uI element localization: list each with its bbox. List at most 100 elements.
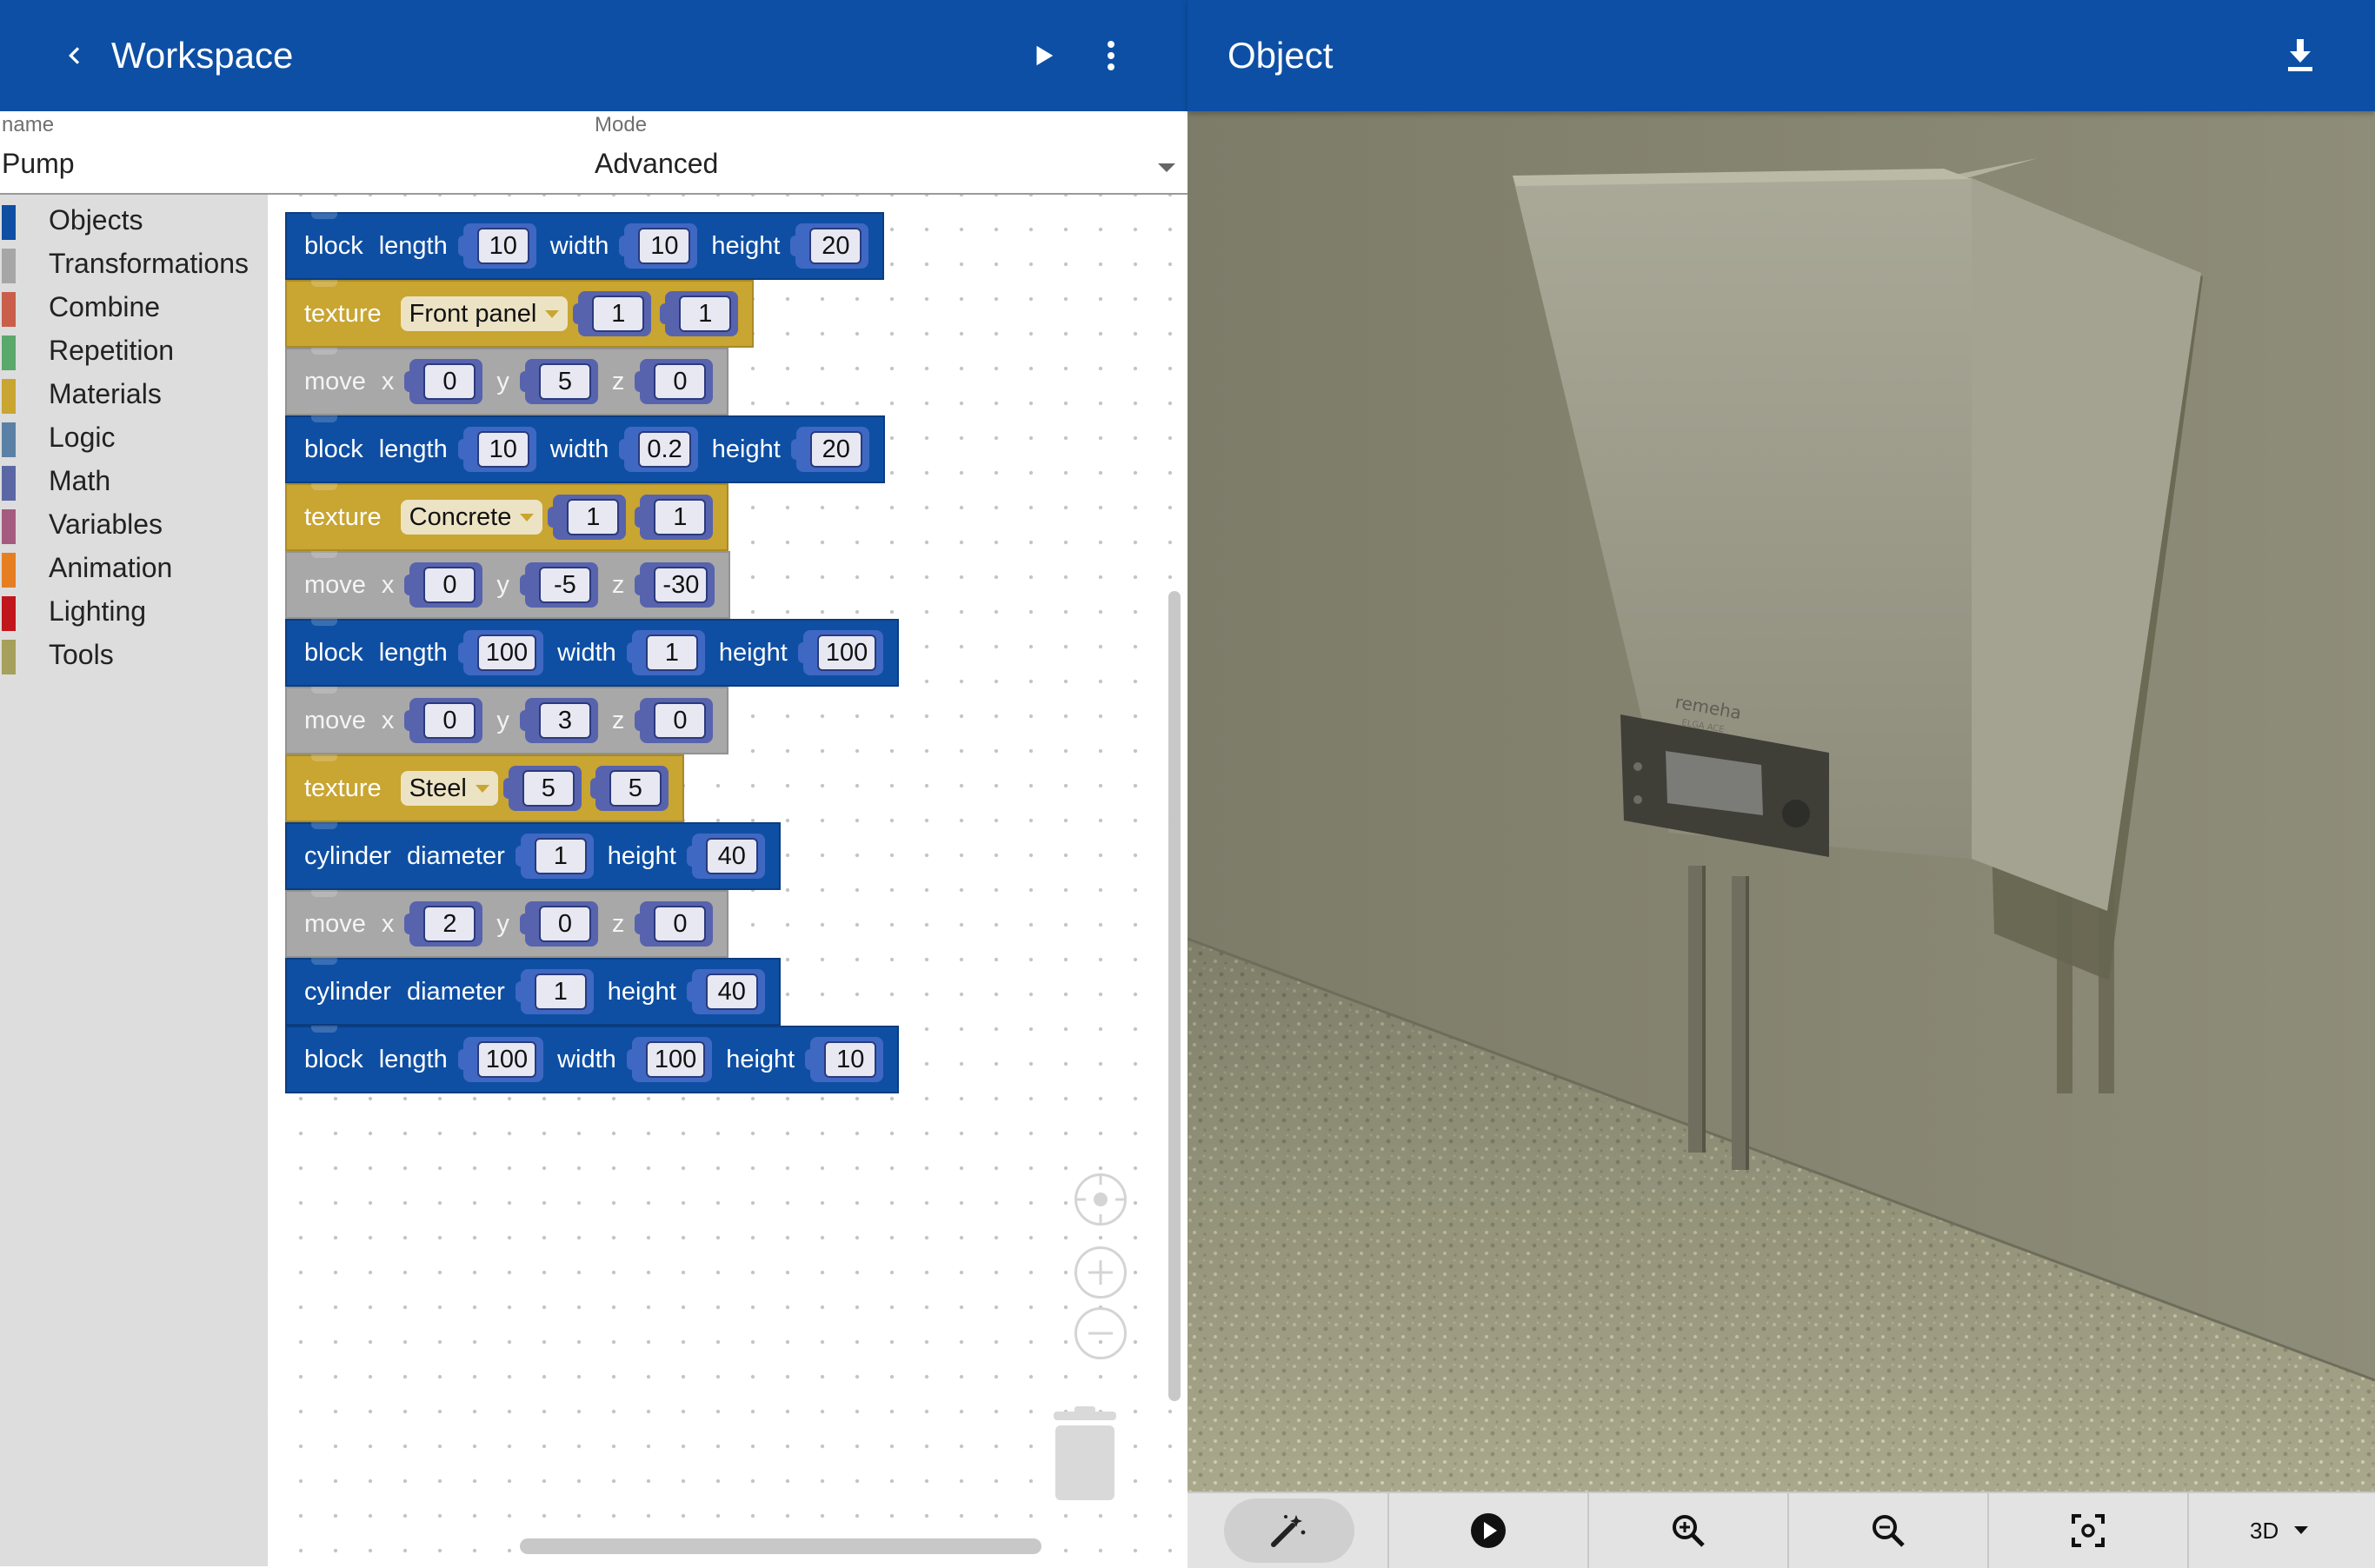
number-field[interactable]: 10 (638, 228, 691, 264)
number-input-slot: 5 (519, 359, 598, 404)
zoom-out-workspace-button[interactable] (1074, 1307, 1127, 1359)
plus-icon (1088, 1260, 1113, 1285)
chevron-down-icon[interactable] (1156, 162, 1177, 174)
move-block[interactable]: move x 2 y 0 z 0 (285, 890, 729, 958)
category-math[interactable]: Math (0, 461, 268, 501)
category-logic[interactable]: Logic (0, 417, 268, 457)
number-field[interactable]: 3 (538, 702, 591, 739)
workspace-title: Workspace (111, 35, 294, 76)
number-field[interactable]: 100 (476, 635, 537, 671)
move-block[interactable]: move x 0 y 3 z 0 (285, 687, 729, 754)
number-field[interactable]: 1 (592, 296, 645, 332)
number-field[interactable]: 0 (423, 702, 476, 739)
number-field[interactable]: 20 (809, 431, 862, 468)
number-field[interactable]: 100 (645, 1041, 706, 1078)
number-field[interactable]: 1 (645, 635, 698, 671)
number-field[interactable]: 0 (654, 906, 707, 942)
number-field[interactable]: 0 (654, 702, 707, 739)
move-block[interactable]: move x 0 y -5 z -30 (285, 551, 731, 619)
field-label: y (496, 909, 509, 938)
category-tools[interactable]: Tools (0, 635, 268, 674)
block-block[interactable]: block length 10 width 10 height 20 (285, 212, 885, 280)
number-field[interactable]: 5 (538, 363, 591, 400)
number-field[interactable]: 1 (567, 499, 620, 535)
zoom-out-button[interactable] (1787, 1493, 1987, 1568)
move-block[interactable]: move x 0 y 5 z 0 (285, 348, 729, 415)
field-label: length (378, 435, 448, 463)
number-field[interactable]: 40 (705, 973, 758, 1010)
number-field[interactable]: 1 (679, 296, 732, 332)
number-field[interactable]: 1 (654, 499, 707, 535)
zoom-in-icon (1673, 1515, 1705, 1547)
block-block[interactable]: block length 100 width 100 height 10 (285, 1026, 900, 1093)
number-field[interactable]: -30 (654, 567, 709, 603)
number-field[interactable]: 100 (476, 1041, 537, 1078)
block-connector-notch (311, 822, 337, 829)
workspace-vertical-scrollbar[interactable] (1168, 591, 1181, 1401)
block-keyword: texture (304, 502, 382, 531)
number-field[interactable]: 1 (534, 838, 587, 874)
3d-scene: remeha ELGA ACE (1188, 111, 2375, 1492)
number-field[interactable]: 5 (609, 770, 662, 807)
number-field[interactable]: 0 (423, 567, 476, 603)
category-label: Variables (49, 508, 163, 540)
back-button[interactable] (54, 35, 96, 76)
workspace-horizontal-scrollbar[interactable] (520, 1538, 1041, 1554)
block-block[interactable]: block length 10 width 0.2 height 20 (285, 415, 885, 483)
number-field[interactable]: 0.2 (638, 431, 691, 468)
cylinder-block[interactable]: cylinder diameter 1 height 40 (285, 822, 781, 890)
category-repetition[interactable]: Repetition (0, 330, 268, 370)
name-input[interactable]: Pump (2, 148, 75, 180)
run-button[interactable] (1022, 35, 1064, 76)
number-field[interactable]: 0 (423, 363, 476, 400)
number-field[interactable]: 2 (423, 906, 476, 942)
category-transformations[interactable]: Transformations (0, 243, 268, 283)
focus-frame-button[interactable] (1987, 1493, 2187, 1568)
download-button[interactable] (2276, 31, 2325, 80)
texture-block[interactable]: texture Front panel 1 1 (285, 280, 755, 348)
more-menu-button[interactable] (1090, 35, 1132, 76)
field-label: y (496, 706, 509, 734)
category-combine[interactable]: Combine (0, 287, 268, 327)
number-field[interactable]: 10 (824, 1041, 877, 1078)
view-mode-select[interactable]: 3D (2187, 1493, 2375, 1568)
number-field[interactable]: -5 (538, 567, 591, 603)
3d-viewport[interactable]: remeha ELGA ACE (1188, 111, 2375, 1492)
number-field[interactable]: 1 (534, 973, 587, 1010)
block-keyword: block (304, 231, 363, 260)
category-color-swatch (2, 422, 16, 457)
field-label: width (549, 435, 609, 463)
texture-dropdown[interactable]: Steel (400, 771, 498, 806)
play-animation-button[interactable] (1387, 1493, 1587, 1568)
number-field[interactable]: 10 (476, 228, 529, 264)
number-field[interactable]: 20 (809, 228, 862, 264)
category-lighting[interactable]: Lighting (0, 591, 268, 631)
category-variables[interactable]: Variables (0, 504, 268, 544)
zoom-in-workspace-button[interactable] (1074, 1246, 1127, 1299)
texture-dropdown[interactable]: Concrete (400, 500, 543, 535)
texture-block[interactable]: texture Steel 5 5 (285, 754, 684, 822)
input-connector-tab (589, 778, 601, 799)
category-materials[interactable]: Materials (0, 374, 268, 414)
magic-wand-button[interactable] (1188, 1493, 1387, 1568)
number-field[interactable]: 5 (522, 770, 575, 807)
category-objects[interactable]: Objects (0, 200, 268, 240)
number-field[interactable]: 100 (816, 635, 877, 671)
number-field[interactable]: 10 (476, 431, 529, 468)
number-field[interactable]: 0 (654, 363, 707, 400)
input-connector-tab (573, 303, 584, 324)
number-field[interactable]: 0 (538, 906, 591, 942)
category-color-swatch (2, 596, 16, 631)
block-block[interactable]: block length 100 width 1 height 100 (285, 619, 900, 687)
recenter-button[interactable] (1074, 1173, 1127, 1226)
cylinder-block[interactable]: cylinder diameter 1 height 40 (285, 958, 781, 1026)
category-animation[interactable]: Animation (0, 548, 268, 588)
mode-select[interactable]: Advanced (595, 148, 718, 180)
trash-can-icon[interactable] (1050, 1406, 1120, 1506)
zoom-in-button[interactable] (1587, 1493, 1787, 1568)
input-connector-tab (635, 371, 646, 392)
texture-block[interactable]: texture Concrete 1 1 (285, 483, 729, 551)
texture-dropdown[interactable]: Front panel (400, 296, 569, 331)
category-color-swatch (2, 336, 16, 370)
number-field[interactable]: 40 (705, 838, 758, 874)
